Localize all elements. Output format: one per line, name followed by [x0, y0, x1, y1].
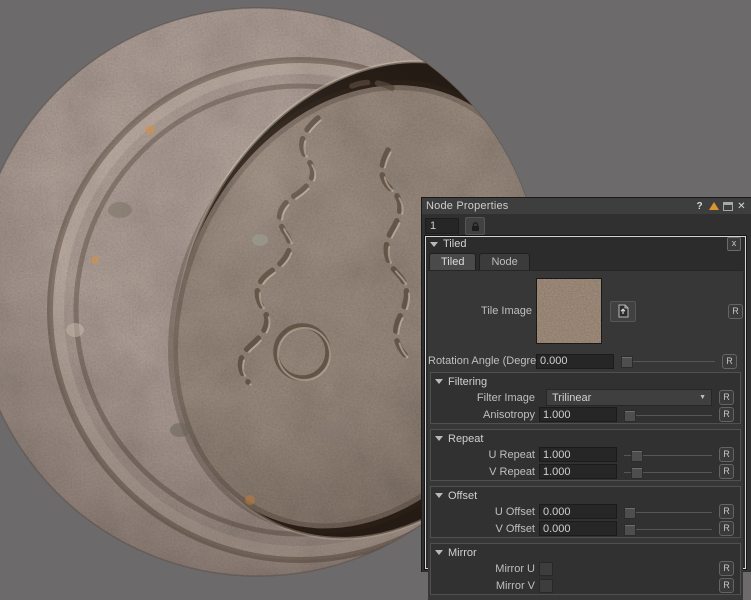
v-offset-slider[interactable] [624, 523, 712, 535]
filter-image-dropdown[interactable]: Trilinear ▼ [546, 389, 712, 406]
u-repeat-reset-button[interactable]: R [719, 447, 734, 462]
v-offset-input[interactable]: 0.000 [539, 521, 617, 536]
mirror-u-checkbox[interactable] [539, 562, 553, 576]
v-repeat-reset-button[interactable]: R [719, 464, 734, 479]
tiled-group-header[interactable]: Tiled x [426, 237, 745, 251]
slider-track [624, 415, 712, 416]
repeat-section: Repeat U Repeat 1.000 R V Repeat 1.000 [430, 429, 741, 481]
load-image-icon [616, 304, 630, 318]
slider-track [624, 512, 712, 513]
mirror-title: Mirror [448, 547, 477, 559]
slider-handle[interactable] [621, 356, 633, 368]
float-window-icon[interactable] [722, 201, 733, 212]
float-glyph-icon [723, 202, 733, 211]
collapse-icon [435, 550, 443, 555]
slider-handle[interactable] [624, 507, 636, 519]
pin-lock-button[interactable] [465, 217, 485, 235]
rotation-reset-button[interactable]: R [722, 354, 737, 369]
v-offset-reset-button[interactable]: R [719, 521, 734, 536]
filtering-header[interactable]: Filtering [431, 373, 740, 389]
panel-titlebar[interactable]: Node Properties ? ✕ [422, 198, 751, 214]
filtering-title: Filtering [448, 376, 487, 388]
tiled-group-title: Tiled [443, 238, 727, 250]
slider-track [621, 361, 715, 362]
tile-image-label: Tile Image [428, 305, 532, 317]
slider-handle[interactable] [624, 410, 636, 422]
u-offset-slider[interactable] [624, 506, 712, 518]
mirror-v-label: Mirror V [431, 580, 535, 592]
filtering-section: Filtering Filter Image Trilinear ▼ R Ani… [430, 372, 741, 424]
lock-icon [470, 221, 481, 232]
anisotropy-reset-button[interactable]: R [719, 407, 734, 422]
repeat-header[interactable]: Repeat [431, 430, 740, 446]
slider-handle[interactable] [631, 450, 643, 462]
mirror-u-row: Mirror U R [431, 560, 740, 577]
group-close-button[interactable]: x [727, 237, 741, 251]
mirror-section: Mirror Mirror U R Mirror V R [430, 543, 741, 595]
tile-image-row: Tile Image R [428, 278, 743, 344]
load-image-button[interactable] [610, 301, 636, 322]
pin-count-field[interactable]: 1 [425, 218, 459, 234]
expand-triangle-icon [709, 202, 719, 210]
v-repeat-row: V Repeat 1.000 R [431, 463, 740, 480]
mirror-u-label: Mirror U [431, 563, 535, 575]
mirror-v-checkbox[interactable] [539, 579, 553, 593]
tiled-node-group: Tiled x Tiled Node Tile Image [425, 236, 746, 569]
filter-image-label: Filter Image [431, 392, 535, 404]
tile-image-thumbnail[interactable] [536, 278, 602, 344]
tab-node[interactable]: Node [479, 253, 529, 270]
v-offset-row: V Offset 0.000 R [431, 520, 740, 537]
filter-image-row: Filter Image Trilinear ▼ R [431, 389, 740, 406]
anisotropy-slider[interactable] [624, 409, 712, 421]
offset-section: Offset U Offset 0.000 R V Offset 0.000 [430, 486, 741, 538]
panel-title: Node Properties [426, 200, 694, 212]
rotation-row: Rotation Angle (Degrees) 0.000 R [428, 352, 743, 370]
slider-handle[interactable] [631, 467, 643, 479]
slider-track [624, 529, 712, 530]
expand-icon[interactable] [708, 201, 719, 212]
u-offset-label: U Offset [431, 506, 535, 518]
u-offset-reset-button[interactable]: R [719, 504, 734, 519]
tiled-tab-content: Tile Image R Rotation A [428, 270, 743, 600]
collapse-icon [435, 436, 443, 441]
offset-title: Offset [448, 490, 477, 502]
anisotropy-row: Anisotropy 1.000 R [431, 406, 740, 423]
rotation-input[interactable]: 0.000 [536, 354, 614, 369]
v-offset-label: V Offset [431, 523, 535, 535]
mirror-v-row: Mirror V R [431, 577, 740, 594]
v-repeat-input[interactable]: 1.000 [539, 464, 617, 479]
collapse-icon [435, 493, 443, 498]
u-offset-row: U Offset 0.000 R [431, 503, 740, 520]
anisotropy-label: Anisotropy [431, 409, 535, 421]
slider-handle[interactable] [624, 524, 636, 536]
filter-image-value: Trilinear [552, 392, 591, 404]
u-repeat-row: U Repeat 1.000 R [431, 446, 740, 463]
tab-bar: Tiled Node [426, 251, 745, 270]
repeat-title: Repeat [448, 433, 483, 445]
offset-header[interactable]: Offset [431, 487, 740, 503]
u-repeat-input[interactable]: 1.000 [539, 447, 617, 462]
node-properties-panel: Node Properties ? ✕ 1 Tiled x Tiled Node [421, 197, 751, 572]
u-offset-input[interactable]: 0.000 [539, 504, 617, 519]
v-repeat-slider[interactable] [624, 466, 712, 478]
collapse-icon [430, 242, 438, 247]
help-icon[interactable]: ? [694, 201, 705, 212]
anisotropy-input[interactable]: 1.000 [539, 407, 617, 422]
mirror-header[interactable]: Mirror [431, 544, 740, 560]
rotation-slider[interactable] [621, 355, 715, 367]
tab-tiled[interactable]: Tiled [429, 253, 476, 270]
collapse-icon [435, 379, 443, 384]
tile-image-reset-button[interactable]: R [728, 304, 743, 319]
filter-image-reset-button[interactable]: R [719, 390, 734, 405]
panel-toolbar: 1 [422, 214, 751, 238]
mirror-u-reset-button[interactable]: R [719, 561, 734, 576]
chevron-down-icon: ▼ [699, 394, 706, 401]
close-icon[interactable]: ✕ [736, 201, 747, 212]
v-repeat-label: V Repeat [431, 466, 535, 478]
u-repeat-slider[interactable] [624, 449, 712, 461]
rotation-label: Rotation Angle (Degrees) [428, 355, 532, 367]
u-repeat-label: U Repeat [431, 449, 535, 461]
mirror-v-reset-button[interactable]: R [719, 578, 734, 593]
